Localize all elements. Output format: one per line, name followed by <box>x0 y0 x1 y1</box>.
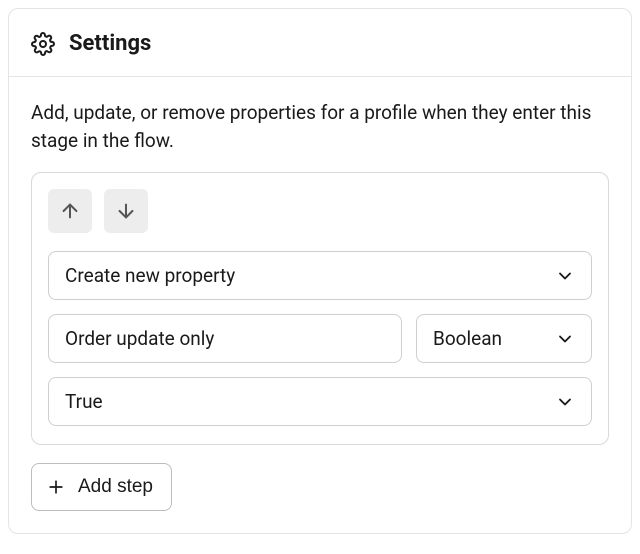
panel-title: Settings <box>69 31 151 56</box>
type-select[interactable]: Boolean <box>416 314 592 363</box>
add-step-button[interactable]: Add step <box>31 463 172 511</box>
arrow-down-icon <box>115 200 137 222</box>
action-select-value: Create new property <box>65 264 235 287</box>
add-step-label: Add step <box>78 476 153 498</box>
type-select-value: Boolean <box>433 327 502 350</box>
value-select-value: True <box>65 390 103 413</box>
chevron-down-icon <box>555 392 575 412</box>
move-down-button[interactable] <box>104 189 148 233</box>
arrow-up-icon <box>59 200 81 222</box>
property-name-input[interactable]: Order update only <box>48 314 402 363</box>
step-card: Create new property Order update only Bo… <box>31 172 609 445</box>
settings-panel: Settings Add, update, or remove properti… <box>8 8 632 534</box>
gear-icon <box>31 32 55 56</box>
panel-header: Settings <box>9 9 631 77</box>
chevron-down-icon <box>555 266 575 286</box>
property-name-value: Order update only <box>65 327 214 350</box>
action-select[interactable]: Create new property <box>48 251 592 300</box>
move-up-button[interactable] <box>48 189 92 233</box>
panel-description: Add, update, or remove properties for a … <box>9 77 631 172</box>
reorder-controls <box>48 189 592 233</box>
chevron-down-icon <box>555 329 575 349</box>
plus-icon <box>46 477 66 497</box>
value-select[interactable]: True <box>48 377 592 426</box>
